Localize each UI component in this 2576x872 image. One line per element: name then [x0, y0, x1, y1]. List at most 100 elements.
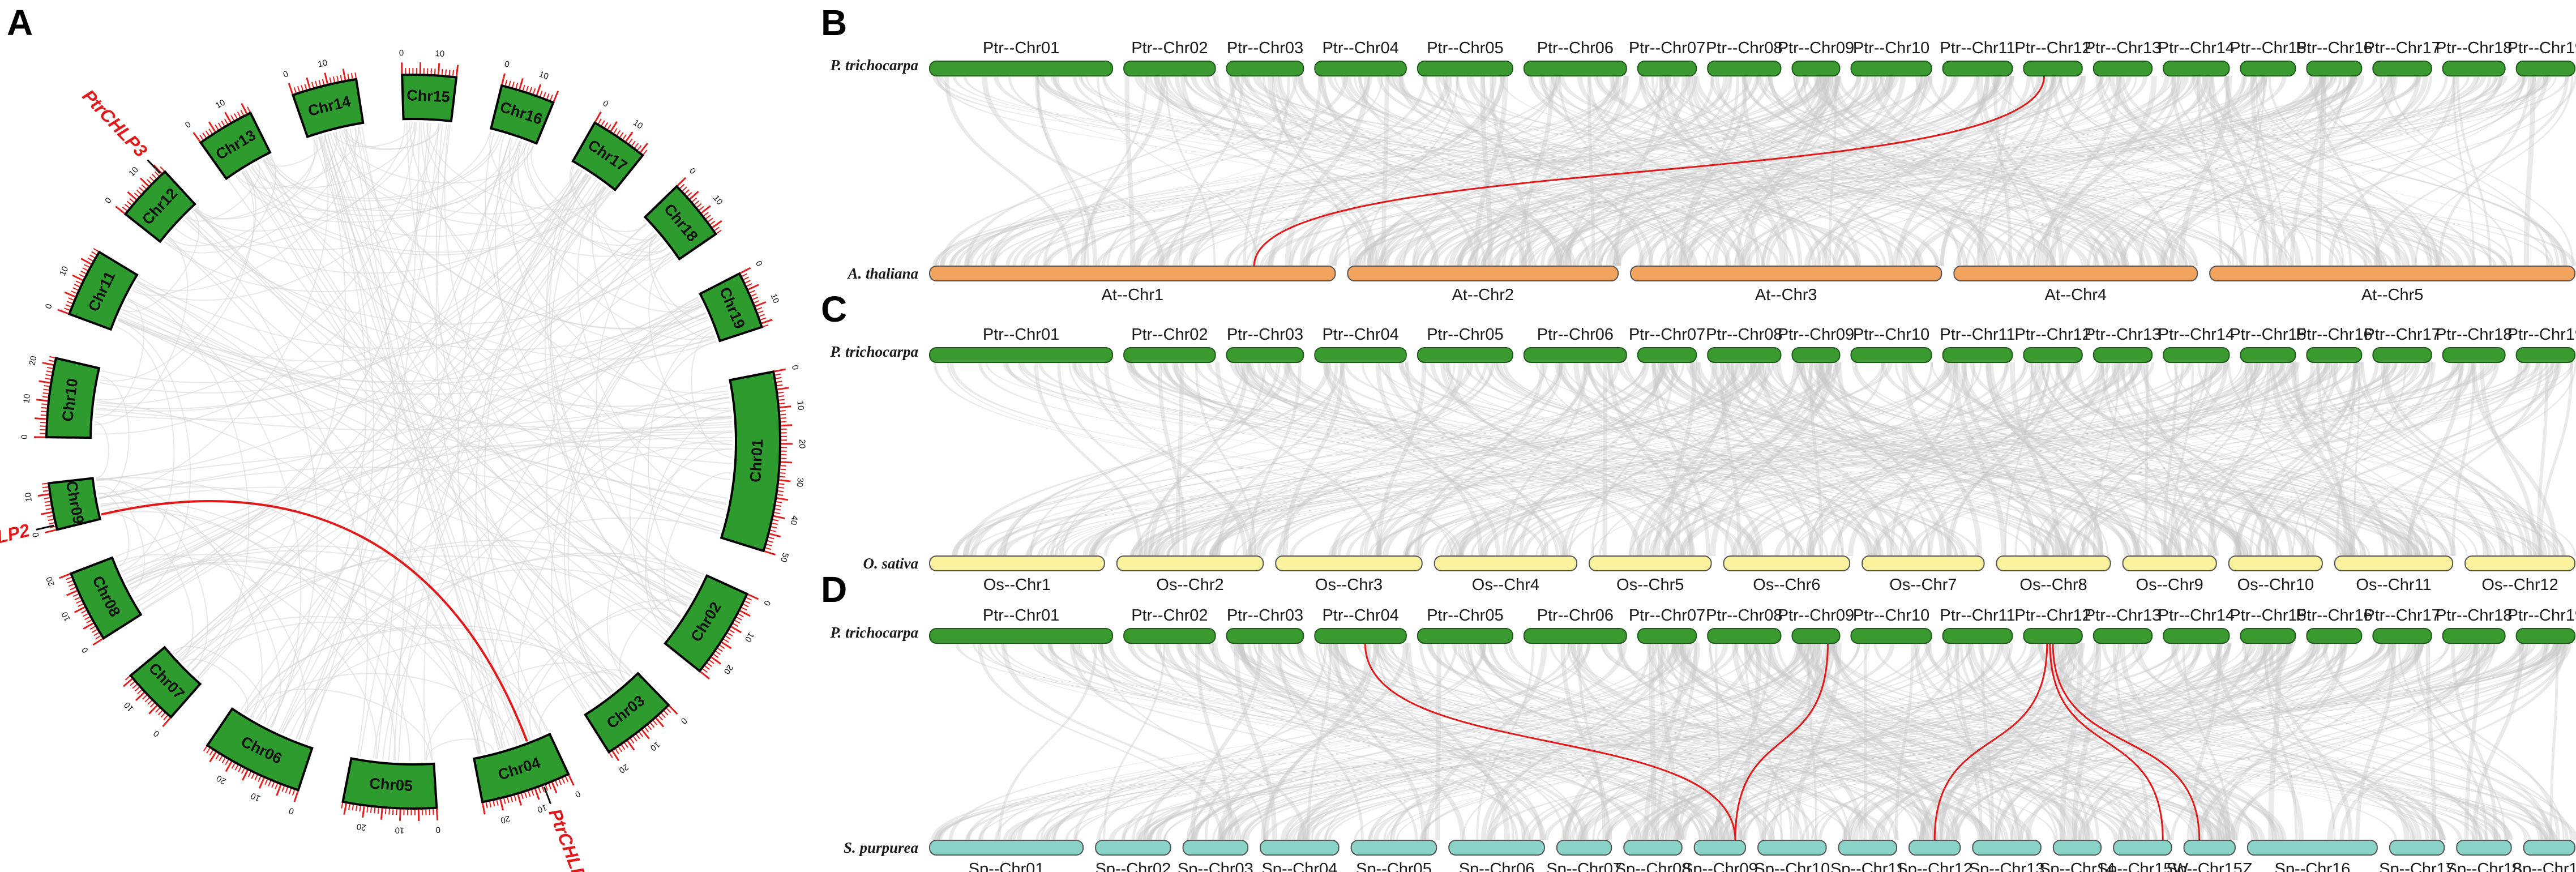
minor-tick [336, 75, 339, 82]
ptr-chromosome-label: Ptr--Chr09 [1778, 326, 1854, 344]
other-chromosome-label: At--Chr1 [1101, 286, 1163, 304]
minor-tick [774, 512, 780, 514]
minor-tick [533, 88, 536, 94]
minor-tick [41, 411, 47, 413]
ptr-chromosome [2372, 61, 2432, 76]
minor-tick [224, 118, 228, 125]
tick-label: 10 [60, 610, 73, 623]
minor-tick [215, 124, 219, 130]
ptr-chromosome [1314, 628, 1407, 644]
minor-tick [699, 206, 704, 211]
minor-tick [441, 69, 443, 75]
minor-tick [72, 593, 79, 597]
major-tick [519, 78, 524, 90]
major-tick [401, 62, 403, 74]
ptr-chromosome-label: Ptr--Chr19 [2507, 606, 2576, 625]
minor-tick [522, 84, 525, 91]
major-tick [293, 790, 299, 802]
ptr-chromosome [2240, 347, 2296, 363]
ptr-chromosome [2093, 347, 2153, 363]
panel-b: B Ptr--Chr01 Ptr--Chr02 Ptr--Chr03 Ptr--Chr… [821, 2, 2576, 304]
minor-tick [770, 529, 776, 532]
minor-tick [707, 662, 712, 667]
ptr-chromosome [2442, 347, 2506, 363]
minor-tick [83, 613, 88, 617]
minor-tick [496, 800, 499, 806]
major-tick [362, 806, 365, 818]
minor-tick [238, 766, 242, 772]
ptr-chromosome [2515, 628, 2576, 644]
minor-tick [647, 725, 652, 730]
minor-tick [146, 179, 152, 184]
minor-tick [729, 629, 735, 634]
ptr-chromosome-label: Ptr--Chr16 [2296, 39, 2372, 57]
other-chromosome [1623, 840, 1683, 856]
major-tick [57, 309, 69, 315]
minor-tick [318, 80, 321, 86]
ptr-chromosome [1226, 347, 1304, 363]
minor-tick [742, 273, 748, 277]
minor-tick [775, 373, 781, 376]
major-tick [761, 319, 773, 324]
tick-label: 10 [395, 825, 404, 835]
ptr-chromosome [1707, 628, 1782, 644]
other-chromosome-label: Sp--Chr03 [1178, 860, 1253, 872]
other-chromosome-label: Sp--Chr06 [1459, 860, 1535, 872]
other-track: At--Chr1 At--Chr2 At--Chr3 At--Chr4 At--Chr5… [846, 265, 2575, 304]
major-tick [306, 77, 311, 89]
minor-tick [221, 758, 226, 763]
minor-tick [741, 607, 747, 611]
tick-label: 30 [794, 477, 805, 488]
minor-tick [621, 745, 626, 750]
minor-tick [779, 403, 785, 405]
major-tick [92, 638, 103, 646]
minor-tick [763, 324, 769, 327]
tick-label: 20 [356, 822, 367, 832]
ptr-chromosome [2023, 347, 2083, 363]
minor-tick [708, 217, 713, 223]
minor-tick [234, 764, 239, 771]
minor-tick [692, 197, 698, 202]
minor-tick [45, 504, 51, 507]
ptr-chromosome [1637, 61, 1697, 76]
minor-tick [704, 665, 710, 670]
minor-tick [750, 290, 755, 293]
ptr-chromosome-label: Ptr--Chr07 [1629, 326, 1705, 344]
minor-tick [157, 710, 163, 716]
ptr-chromosome-label: Ptr--Chr05 [1427, 39, 1503, 57]
major-tick [437, 63, 440, 75]
minor-tick [719, 644, 725, 649]
ptr-species-label: P. trichocarpa [829, 343, 918, 360]
ptr-chromosome [1123, 61, 1216, 76]
major-tick [66, 589, 78, 596]
minor-tick [80, 270, 87, 275]
minor-tick [160, 166, 165, 172]
minor-tick [69, 583, 75, 587]
minor-tick [45, 378, 51, 380]
chromosome-label: Chr01 [747, 438, 766, 482]
major-tick [192, 132, 201, 143]
ptr-chromosome-label: Ptr--Chr03 [1227, 39, 1303, 57]
other-chromosome-label: Os--Chr5 [1616, 576, 1684, 594]
minor-tick [247, 771, 251, 777]
minor-tick [738, 613, 744, 617]
minor-tick [281, 786, 285, 792]
other-chromosome [2246, 840, 2378, 856]
minor-tick [348, 804, 350, 810]
minor-tick [67, 580, 73, 584]
ptr-chromosome-label: Ptr--Chr02 [1131, 326, 1208, 344]
minor-tick [285, 787, 288, 793]
minor-tick [634, 143, 639, 148]
minor-tick [46, 366, 53, 369]
minor-tick [744, 280, 751, 284]
minor-tick [139, 187, 144, 192]
major-tick [764, 550, 776, 555]
minor-tick [546, 93, 550, 99]
other-chromosome [1260, 840, 1340, 856]
other-chromosome-label: Sp--Chr19 [2511, 860, 2576, 872]
other-chromosome [2523, 840, 2575, 856]
minor-tick [776, 501, 782, 503]
major-tick [748, 284, 759, 290]
minor-tick [208, 128, 213, 134]
ptr-chromosome-label: Ptr--Chr17 [2364, 326, 2440, 344]
